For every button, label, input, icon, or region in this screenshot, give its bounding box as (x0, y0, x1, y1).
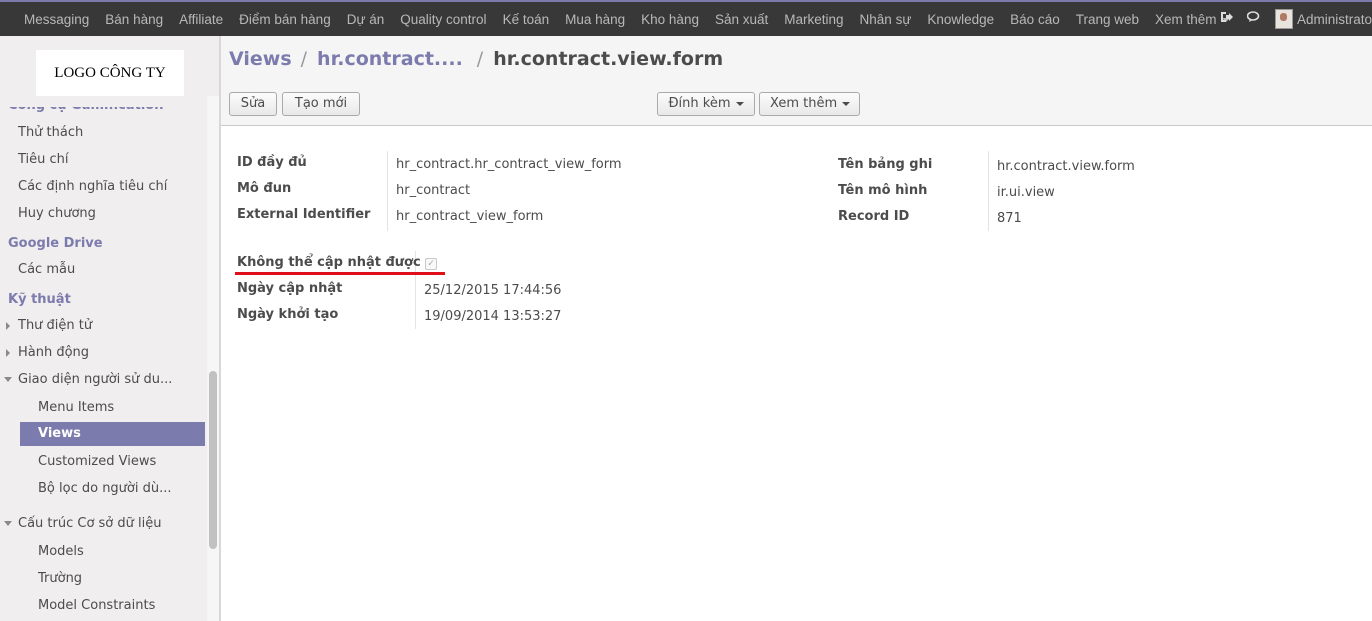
breadcrumb-contract[interactable]: hr.contract.... (317, 48, 463, 70)
menu-more[interactable]: Xem thêm (1155, 12, 1230, 27)
sidebar-item-database-structure[interactable]: Cấu trúc Cơ sở dữ liệu (18, 516, 161, 531)
field-divider (988, 151, 989, 231)
breadcrumb-separator: / (476, 48, 484, 70)
sidebar-item-challenges[interactable]: Thử thách (18, 125, 83, 140)
menu-manufacturing[interactable]: Sản xuất (715, 12, 768, 27)
sidebar-item-email[interactable]: Thư điện tử (18, 318, 92, 333)
menu-reporting[interactable]: Báo cáo (1010, 12, 1060, 27)
value-record-id: 871 (997, 211, 1022, 226)
sidebar-item-customized-views[interactable]: Customized Views (38, 454, 156, 469)
control-panel: Views / hr.contract.... / hr.contract.view.f… (221, 36, 1372, 126)
menu-project[interactable]: Dự án (347, 12, 385, 27)
sidebar-item-models[interactable]: Models (38, 544, 84, 559)
top-right: Administrato (1220, 2, 1372, 36)
label-create-date: Ngày khởi tạo (237, 307, 339, 322)
sidebar-item-user-filters[interactable]: Bộ lọc do người dù... (38, 481, 172, 496)
edit-button[interactable]: Sửa (229, 92, 277, 116)
menu-marketing[interactable]: Marketing (784, 12, 843, 27)
label-external-id: External Identifier (237, 207, 371, 222)
avatar[interactable] (1274, 9, 1293, 29)
create-button[interactable]: Tạo mới (282, 92, 360, 116)
sidebar-item-menu-items[interactable]: Menu Items (38, 400, 114, 415)
attachment-label: Đính kèm (668, 96, 731, 111)
label-record-name: Tên bảng ghi (838, 157, 933, 172)
top-menu: Messaging Bán hàng Affiliate Điểm bán hà… (16, 2, 1238, 36)
menu-knowledge[interactable]: Knowledge (927, 12, 994, 27)
menu-hr[interactable]: Nhân sự (860, 12, 912, 27)
company-logo[interactable]: LOGO CÔNG TY (36, 50, 184, 96)
caret-right-icon[interactable] (6, 322, 10, 330)
menu-messaging[interactable]: Messaging (24, 12, 89, 27)
sidebar-header-gamification: Công cụ Gamification (8, 98, 164, 113)
field-divider (387, 151, 388, 231)
top-navbar: Messaging Bán hàng Affiliate Điểm bán hà… (0, 0, 1372, 36)
user-name[interactable]: Administrato (1297, 12, 1372, 27)
chevron-down-icon (735, 101, 744, 106)
label-record-id: Record ID (838, 209, 910, 224)
annotation-underline (235, 272, 445, 275)
menu-affiliate[interactable]: Affiliate (179, 12, 223, 27)
caret-down-icon[interactable] (4, 377, 12, 382)
label-full-id: ID đầy đủ (237, 155, 307, 170)
chevron-down-icon (842, 101, 851, 106)
noupdate-checkbox[interactable]: ✓ (425, 258, 437, 270)
caret-right-icon[interactable] (6, 349, 10, 357)
value-create-date: 19/09/2014 13:53:27 (424, 309, 562, 324)
sidebar-item-views[interactable]: Views (20, 422, 205, 446)
sidebar: LOGO CÔNG TY Công cụ Gamification Thử th… (0, 36, 219, 621)
label-update-date: Ngày cập nhật (237, 281, 343, 296)
menu-inventory[interactable]: Kho hàng (641, 12, 699, 27)
menu-website[interactable]: Trang web (1076, 12, 1139, 27)
breadcrumb-separator: / (300, 48, 308, 70)
attachment-dropdown[interactable]: Đính kèm (657, 92, 755, 116)
page-title: hr.contract.view.form (493, 48, 724, 70)
sidebar-item-fields[interactable]: Trường (38, 571, 82, 586)
sidebar-header-google-drive: Google Drive (8, 236, 103, 251)
label-model-name: Tên mô hình (838, 183, 928, 198)
more-dropdown[interactable]: Xem thêm (759, 92, 860, 116)
value-update-date: 25/12/2015 17:44:56 (424, 283, 562, 298)
label-module: Mô đun (237, 181, 292, 196)
menu-quality[interactable]: Quality control (400, 12, 486, 27)
label-noupdate: Không thể cập nhật được (237, 255, 421, 270)
sidebar-scrollbar-thumb[interactable] (209, 371, 217, 549)
menu-sales[interactable]: Bán hàng (105, 12, 163, 27)
sidebar-item-templates[interactable]: Các mẫu (18, 262, 75, 277)
caret-down-icon[interactable] (4, 521, 12, 526)
value-external-id: hr_contract_view_form (396, 209, 544, 224)
sidebar-item-badges[interactable]: Huy chương (18, 206, 96, 221)
more-label: Xem thêm (770, 96, 838, 111)
breadcrumb-views[interactable]: Views (229, 48, 292, 70)
menu-accounting[interactable]: Kế toán (503, 12, 550, 27)
breadcrumb: Views / hr.contract.... / hr.contract.view.f… (229, 48, 723, 70)
menu-purchase[interactable]: Mua hàng (565, 12, 625, 27)
value-record-name: hr.contract.view.form (997, 159, 1135, 174)
sidebar-header-technical: Kỹ thuật (8, 292, 71, 307)
chat-icon[interactable] (1246, 11, 1261, 27)
sign-out-icon[interactable] (1220, 11, 1233, 27)
sidebar-item-actions[interactable]: Hành động (18, 345, 89, 360)
sidebar-item-user-interface[interactable]: Giao diện người sử du... (18, 372, 172, 387)
value-module: hr_contract (396, 183, 471, 198)
menu-more-label: Xem thêm (1155, 11, 1217, 27)
sidebar-item-model-constraints[interactable]: Model Constraints (38, 598, 155, 613)
value-full-id: hr_contract.hr_contract_view_form (396, 157, 622, 172)
value-model-name: ir.ui.view (997, 185, 1055, 200)
sidebar-item-criteria-definitions[interactable]: Các định nghĩa tiêu chí (18, 179, 167, 194)
sidebar-item-criteria[interactable]: Tiêu chí (18, 152, 69, 167)
menu-pos[interactable]: Điểm bán hàng (239, 12, 331, 27)
